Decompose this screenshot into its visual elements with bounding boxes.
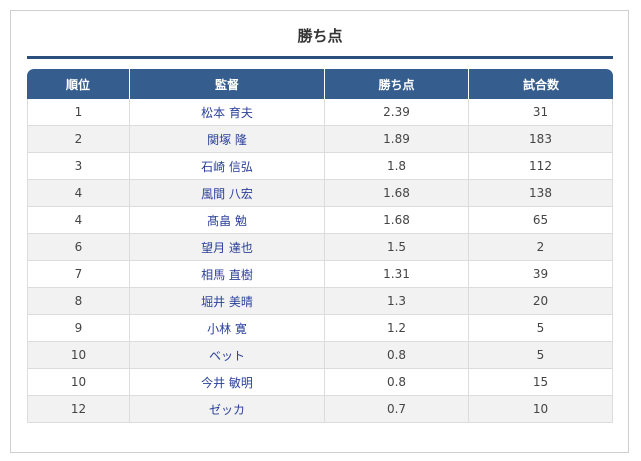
table-row: 6 望月 達也 1.5 2 (27, 234, 613, 261)
manager-cell: ゼッカ (130, 396, 325, 423)
header-games[interactable]: 試合数 (469, 69, 613, 99)
games-cell: 5 (469, 342, 613, 369)
rank-cell: 7 (27, 261, 130, 288)
manager-cell: 関塚 隆 (130, 126, 325, 153)
points-cell: 1.2 (325, 315, 469, 342)
games-cell: 183 (469, 126, 613, 153)
manager-cell: 松本 育夫 (130, 99, 325, 126)
table-row: 1 松本 育夫 2.39 31 (27, 99, 613, 126)
games-cell: 112 (469, 153, 613, 180)
header-rank[interactable]: 順位 (27, 69, 130, 99)
games-cell: 5 (469, 315, 613, 342)
points-cell: 1.68 (325, 207, 469, 234)
table-row: 3 石崎 信弘 1.8 112 (27, 153, 613, 180)
games-cell: 31 (469, 99, 613, 126)
manager-cell: 髙畠 勉 (130, 207, 325, 234)
games-cell: 10 (469, 396, 613, 423)
manager-link[interactable]: 松本 育夫 (201, 106, 253, 120)
games-cell: 65 (469, 207, 613, 234)
manager-cell: 石崎 信弘 (130, 153, 325, 180)
manager-cell: 小林 寛 (130, 315, 325, 342)
rank-cell: 10 (27, 342, 130, 369)
manager-cell: 望月 達也 (130, 234, 325, 261)
games-cell: 39 (469, 261, 613, 288)
table-row: 2 関塚 隆 1.89 183 (27, 126, 613, 153)
manager-cell: 風間 八宏 (130, 180, 325, 207)
rank-cell: 1 (27, 99, 130, 126)
points-cell: 0.8 (325, 369, 469, 396)
table-row: 10 ベット 0.8 5 (27, 342, 613, 369)
games-cell: 138 (469, 180, 613, 207)
title-underline (27, 56, 613, 59)
manager-link[interactable]: 石崎 信弘 (201, 160, 253, 174)
table-row: 8 堀井 美晴 1.3 20 (27, 288, 613, 315)
table-body: 1 松本 育夫 2.39 31 2 関塚 隆 1.89 183 3 石崎 信弘 … (27, 99, 613, 423)
rank-cell: 4 (27, 180, 130, 207)
manager-link[interactable]: 関塚 隆 (207, 133, 247, 147)
points-cell: 1.89 (325, 126, 469, 153)
games-cell: 2 (469, 234, 613, 261)
manager-link[interactable]: 望月 達也 (201, 241, 253, 255)
rank-cell: 4 (27, 207, 130, 234)
manager-cell: 堀井 美晴 (130, 288, 325, 315)
manager-link[interactable]: 堀井 美晴 (201, 295, 253, 309)
games-cell: 20 (469, 288, 613, 315)
points-cell: 1.8 (325, 153, 469, 180)
header-points[interactable]: 勝ち点 (325, 69, 469, 99)
rank-cell: 9 (27, 315, 130, 342)
manager-link[interactable]: 小林 寛 (207, 322, 247, 336)
manager-link[interactable]: 相馬 直樹 (201, 268, 253, 282)
rank-cell: 10 (27, 369, 130, 396)
manager-cell: 今井 敏明 (130, 369, 325, 396)
header-manager[interactable]: 監督 (130, 69, 325, 99)
table-title: 勝ち点 (297, 27, 343, 45)
manager-link[interactable]: ゼッカ (209, 403, 245, 417)
manager-link[interactable]: 今井 敏明 (201, 376, 253, 390)
points-cell: 1.3 (325, 288, 469, 315)
table-row: 4 髙畠 勉 1.68 65 (27, 207, 613, 234)
manager-link[interactable]: ベット (209, 349, 245, 363)
header-row: 順位 監督 勝ち点 試合数 (27, 69, 613, 99)
rank-cell: 8 (27, 288, 130, 315)
table-row: 9 小林 寛 1.2 5 (27, 315, 613, 342)
points-cell: 0.8 (325, 342, 469, 369)
rank-cell: 3 (27, 153, 130, 180)
manager-cell: ベット (130, 342, 325, 369)
ranking-card: 勝ち点 順位 監督 勝ち点 試合数 1 松本 育夫 2.39 31 2 関塚 隆… (10, 10, 629, 453)
manager-link[interactable]: 髙畠 勉 (207, 214, 247, 228)
points-cell: 1.68 (325, 180, 469, 207)
points-cell: 1.5 (325, 234, 469, 261)
rank-cell: 2 (27, 126, 130, 153)
table-row: 10 今井 敏明 0.8 15 (27, 369, 613, 396)
table-row: 12 ゼッカ 0.7 10 (27, 396, 613, 423)
manager-cell: 相馬 直樹 (130, 261, 325, 288)
points-cell: 2.39 (325, 99, 469, 126)
points-cell: 1.31 (325, 261, 469, 288)
table-row: 4 風間 八宏 1.68 138 (27, 180, 613, 207)
table-row: 7 相馬 直樹 1.31 39 (27, 261, 613, 288)
ranking-table: 順位 監督 勝ち点 試合数 1 松本 育夫 2.39 31 2 関塚 隆 1.8… (27, 69, 613, 423)
rank-cell: 12 (27, 396, 130, 423)
rank-cell: 6 (27, 234, 130, 261)
manager-link[interactable]: 風間 八宏 (201, 187, 253, 201)
games-cell: 15 (469, 369, 613, 396)
points-cell: 0.7 (325, 396, 469, 423)
